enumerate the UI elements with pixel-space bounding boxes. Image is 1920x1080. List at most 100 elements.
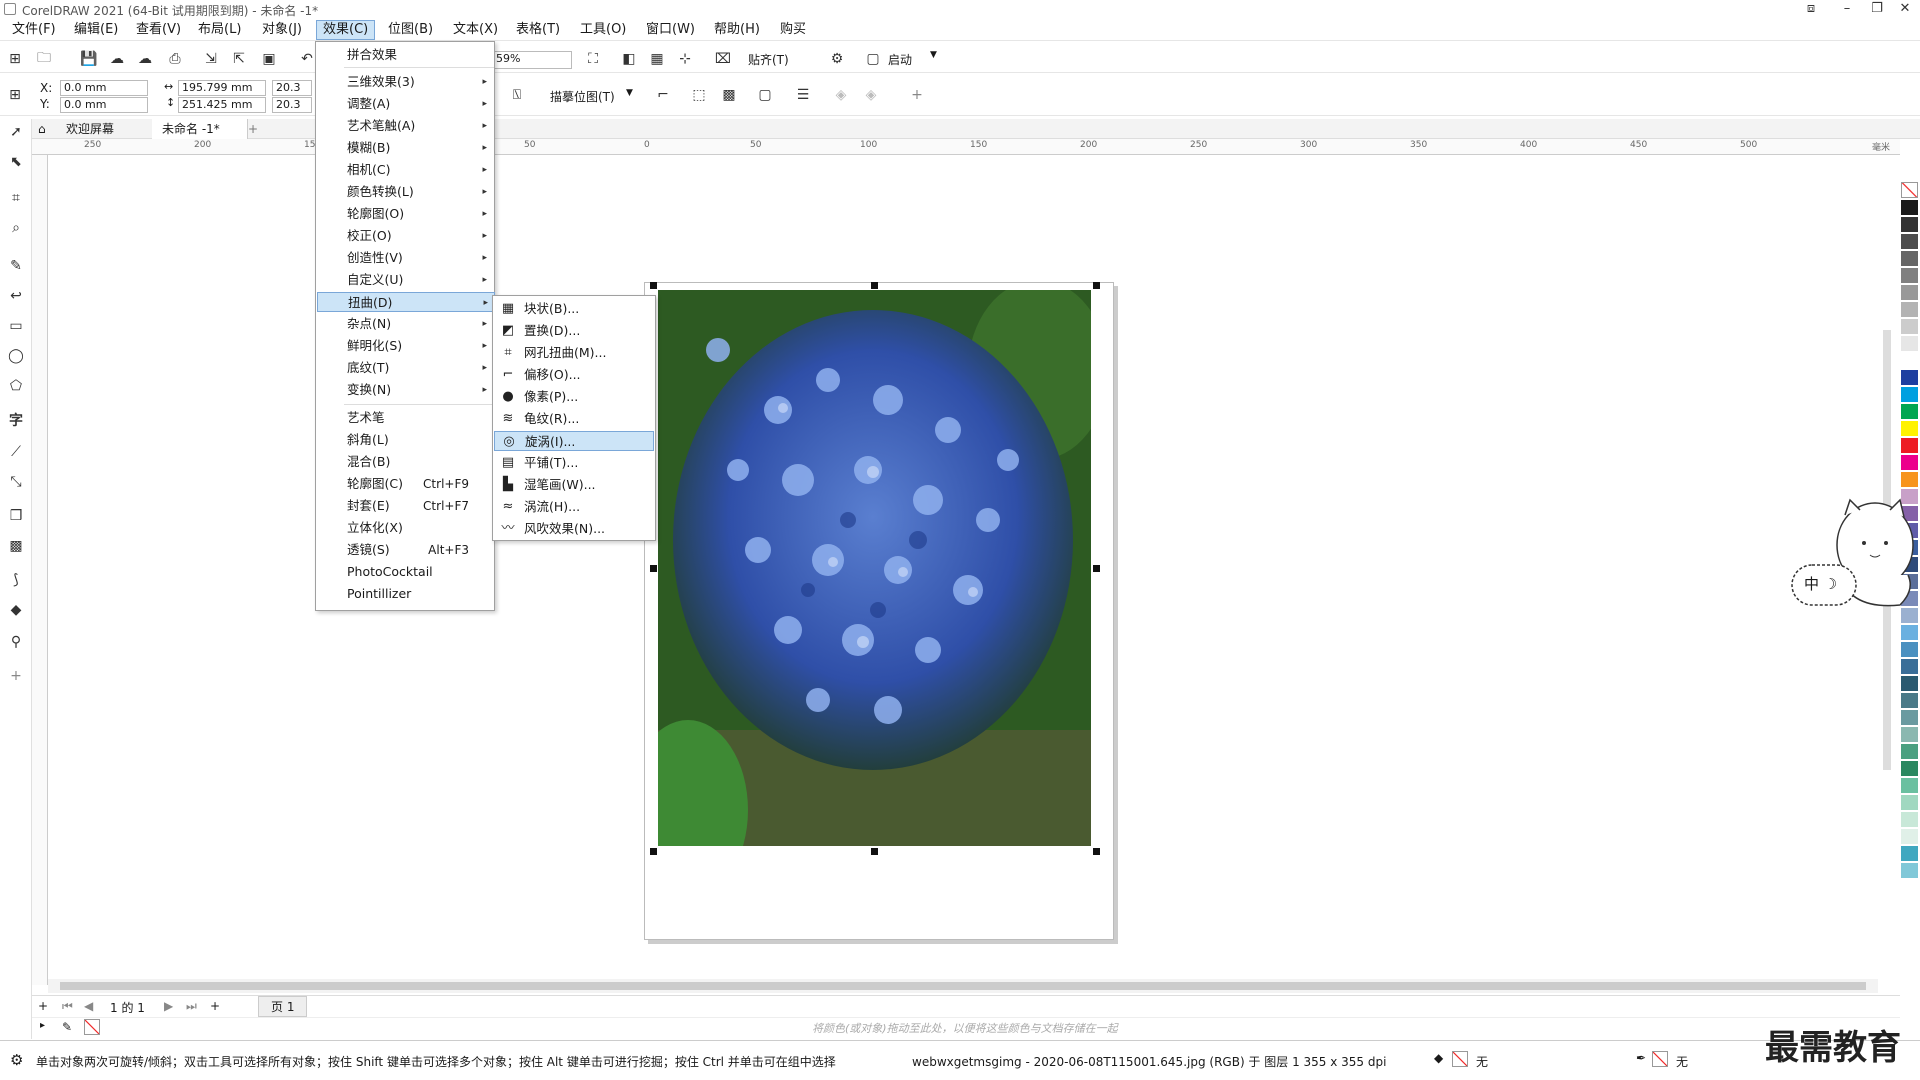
y-position-input[interactable]: 0.0 mm	[60, 97, 148, 113]
palette-swatch[interactable]	[1901, 438, 1918, 454]
bitmap-color-mask-icon[interactable]: ▩	[718, 84, 740, 106]
fill-none-swatch[interactable]	[1452, 1051, 1468, 1067]
distort-menu-item[interactable]: ● 像素(P)...	[494, 387, 654, 407]
add-tab-button[interactable]: +	[244, 119, 266, 139]
close-button[interactable]: ✕	[1890, 0, 1920, 18]
palette-swatch[interactable]	[1901, 625, 1918, 641]
palette-swatch[interactable]	[1901, 744, 1918, 760]
effects-menu-item[interactable]: 调整(A) ▸	[317, 94, 493, 114]
connector-tool-icon[interactable]: ⤡	[5, 471, 27, 493]
zoom-tool-icon[interactable]: ⌕	[5, 217, 27, 239]
crop-tool-icon[interactable]: ⌗	[5, 187, 27, 209]
menu-object[interactable]: 对象(J)	[256, 21, 308, 39]
effects-menu-item[interactable]: Pointillizer	[317, 584, 493, 604]
minimize-button[interactable]: –	[1832, 0, 1862, 18]
palette-swatch[interactable]	[1901, 455, 1918, 471]
menu-tools[interactable]: 工具(O)	[574, 21, 632, 39]
artistic-media-icon[interactable]: ↩	[5, 285, 27, 307]
palette-swatch[interactable]	[1901, 370, 1918, 386]
outline-none-swatch[interactable]	[1652, 1051, 1668, 1067]
vertical-ruler[interactable]	[32, 155, 48, 985]
show-rulers-icon[interactable]: ◧	[618, 48, 640, 70]
height-input[interactable]: 251.425 mm	[178, 97, 266, 113]
menu-text[interactable]: 文本(X)	[447, 21, 504, 39]
menu-effects[interactable]: 效果(C)	[316, 20, 376, 40]
menu-bitmaps[interactable]: 位图(B)	[382, 21, 439, 39]
effects-menu-item[interactable]: 变换(N) ▸	[317, 380, 493, 400]
distort-menu-item[interactable]: ≋ 龟纹(R)...	[494, 409, 654, 429]
save-icon[interactable]: 💾	[78, 48, 100, 70]
distort-menu-item[interactable]: ▙ 湿笔画(W)...	[494, 475, 654, 495]
smart-fill-icon[interactable]: ⚲	[5, 631, 27, 653]
palette-swatch[interactable]	[1901, 863, 1918, 879]
palette-swatch[interactable]	[1901, 251, 1918, 267]
selection-handle[interactable]	[871, 282, 878, 289]
launch-dropdown[interactable]: 启动	[888, 51, 912, 68]
selection-handle[interactable]	[650, 282, 657, 289]
distort-menu-item[interactable]: ◩ 置换(D)...	[494, 321, 654, 341]
palette-swatch[interactable]	[1901, 336, 1918, 352]
launch-chevron-icon[interactable]: ▼	[930, 50, 937, 60]
parallel-dimension-icon[interactable]: ⟋	[5, 441, 27, 463]
effects-menu-item[interactable]: 三维效果(3) ▸	[317, 72, 493, 92]
palette-swatch[interactable]	[1901, 353, 1918, 369]
interactive-fill-icon[interactable]: ◆	[5, 599, 27, 621]
palette-swatch[interactable]	[1901, 642, 1918, 658]
maximize-button[interactable]: ❐	[1862, 0, 1892, 18]
palette-swatch[interactable]	[1901, 302, 1918, 318]
drop-shadow-icon[interactable]: ❒	[5, 505, 27, 527]
width-input[interactable]: 195.799 mm	[178, 80, 266, 96]
effects-menu-item[interactable]: 艺术笔触(A) ▸	[317, 116, 493, 136]
transparency-tool-icon[interactable]: ▩	[5, 535, 27, 557]
effects-menu-item[interactable]: 扭曲(D) ▸	[317, 292, 495, 312]
selection-handle[interactable]	[1093, 565, 1100, 572]
edit-boundary-icon[interactable]: ▢	[754, 84, 776, 106]
palette-expand-icon[interactable]: ▸	[40, 1020, 45, 1031]
horizontal-ruler[interactable]: 250 200 150 100 50 0 50 100 150 200 250 …	[32, 139, 1900, 155]
ellipse-tool-icon[interactable]: ◯	[5, 345, 27, 367]
cloud-download-icon[interactable]: ☁	[106, 48, 128, 70]
to-front-icon[interactable]: ◈	[830, 84, 852, 106]
scale-height-input[interactable]: 20.3	[272, 97, 312, 113]
palette-eyedropper-icon[interactable]: ✎	[62, 1020, 72, 1034]
ime-mode-indicator[interactable]: 中 ☽	[1804, 573, 1837, 594]
palette-swatch[interactable]	[1901, 676, 1918, 692]
trace-chevron-icon[interactable]: ▼	[626, 88, 633, 98]
menu-help[interactable]: 帮助(H)	[708, 21, 766, 39]
menu-buy[interactable]: 购买	[774, 21, 812, 39]
menu-layout[interactable]: 布局(L)	[192, 21, 247, 39]
tab-untitled-document[interactable]: 未命名 -1*	[152, 119, 248, 139]
effects-menu-item[interactable]: 模糊(B) ▸	[317, 138, 493, 158]
palette-swatch[interactable]	[1901, 727, 1918, 743]
show-guidelines-icon[interactable]: ⊹	[674, 48, 696, 70]
full-screen-icon[interactable]: ⛶	[582, 48, 604, 70]
effects-menu-item[interactable]: PhotoCocktail	[317, 562, 493, 582]
add-property-icon[interactable]: +	[906, 84, 928, 106]
restore-layout-icon[interactable]: ⧈	[1796, 0, 1826, 18]
effects-menu-item[interactable]: 轮廓图(C) Ctrl+F9	[317, 474, 493, 494]
print-icon[interactable]: ⎙	[164, 48, 186, 70]
palette-swatch[interactable]	[1901, 761, 1918, 777]
effects-menu-item[interactable]: 校正(O) ▸	[317, 226, 493, 246]
effects-menu-item[interactable]: 杂点(N) ▸	[317, 314, 493, 334]
palette-swatch[interactable]	[1901, 285, 1918, 301]
next-page-icon[interactable]: ▶	[164, 999, 173, 1013]
palette-swatch[interactable]	[1901, 200, 1918, 216]
palette-swatch[interactable]	[1901, 659, 1918, 675]
to-back-icon[interactable]: ◈	[860, 84, 882, 106]
effects-menu-item[interactable]: 底纹(T) ▸	[317, 358, 493, 378]
edit-bitmap-icon[interactable]: ⍂	[506, 84, 528, 106]
palette-swatch[interactable]	[1901, 387, 1918, 403]
effects-menu-item[interactable]: 封套(E) Ctrl+F7	[317, 496, 493, 516]
selection-handle[interactable]	[650, 565, 657, 572]
palette-swatch[interactable]	[1901, 693, 1918, 709]
selection-handle[interactable]	[1093, 848, 1100, 855]
scale-width-input[interactable]: 20.3	[272, 80, 312, 96]
palette-no-color-swatch[interactable]	[1901, 182, 1918, 198]
menu-edit[interactable]: 编辑(E)	[68, 21, 124, 39]
effects-menu-item[interactable]: 拼合效果	[317, 45, 493, 65]
effects-menu-item[interactable]: 艺术笔	[317, 408, 493, 428]
last-page-icon[interactable]: ⏭	[186, 999, 197, 1014]
distort-menu-item[interactable]: ▦ 块状(B)...	[494, 299, 654, 319]
freehand-tool-icon[interactable]: ✎	[5, 255, 27, 277]
